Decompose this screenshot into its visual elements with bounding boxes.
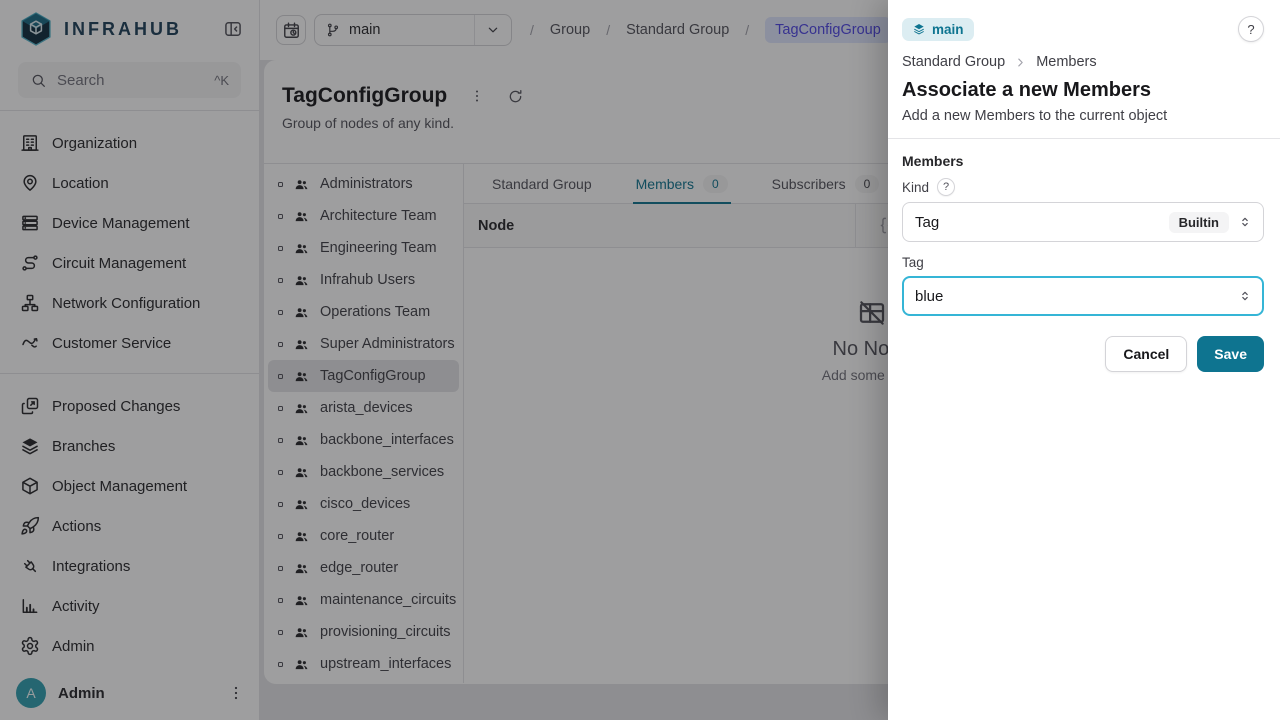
chevron-right-icon xyxy=(1013,55,1028,70)
field-label: Tag xyxy=(902,255,924,270)
drawer-form: Members Kind ? Tag Builtin xyxy=(888,139,1280,372)
drawer-breadcrumb-parent[interactable]: Standard Group xyxy=(902,54,1005,70)
form-section-title: Members xyxy=(902,153,1264,169)
field-help-icon[interactable]: ? xyxy=(937,178,955,196)
drawer-header: main ? Standard Group Members Associate … xyxy=(888,0,1280,138)
form-field: Tag blue xyxy=(902,255,1264,316)
select-value: blue xyxy=(915,288,1237,305)
select-value: Tag xyxy=(915,214,1169,231)
drawer: main ? Standard Group Members Associate … xyxy=(888,0,1280,720)
cancel-button[interactable]: Cancel xyxy=(1105,336,1187,372)
drawer-title: Associate a new Members xyxy=(902,79,1264,102)
layers-icon xyxy=(912,22,926,36)
drawer-subtitle: Add a new Members to the current object xyxy=(902,108,1264,124)
kind-badge: Builtin xyxy=(1169,212,1229,233)
drawer-breadcrumb: Standard Group Members xyxy=(902,54,1264,70)
select-input[interactable]: blue xyxy=(902,276,1264,316)
chevrons-updown-icon xyxy=(1237,288,1253,304)
form-fields: Kind ? Tag Builtin Tag xyxy=(902,178,1264,316)
help-button[interactable]: ? xyxy=(1238,16,1264,42)
field-label: Kind xyxy=(902,180,929,195)
branch-badge-label: main xyxy=(932,22,964,37)
chevrons-updown-icon xyxy=(1237,214,1253,230)
branch-badge: main xyxy=(902,18,974,41)
drawer-backdrop[interactable] xyxy=(0,0,888,720)
drawer-breadcrumb-current: Members xyxy=(1036,54,1096,70)
save-button[interactable]: Save xyxy=(1197,336,1264,372)
form-field: Kind ? Tag Builtin xyxy=(902,178,1264,242)
select-input[interactable]: Tag Builtin xyxy=(902,202,1264,242)
